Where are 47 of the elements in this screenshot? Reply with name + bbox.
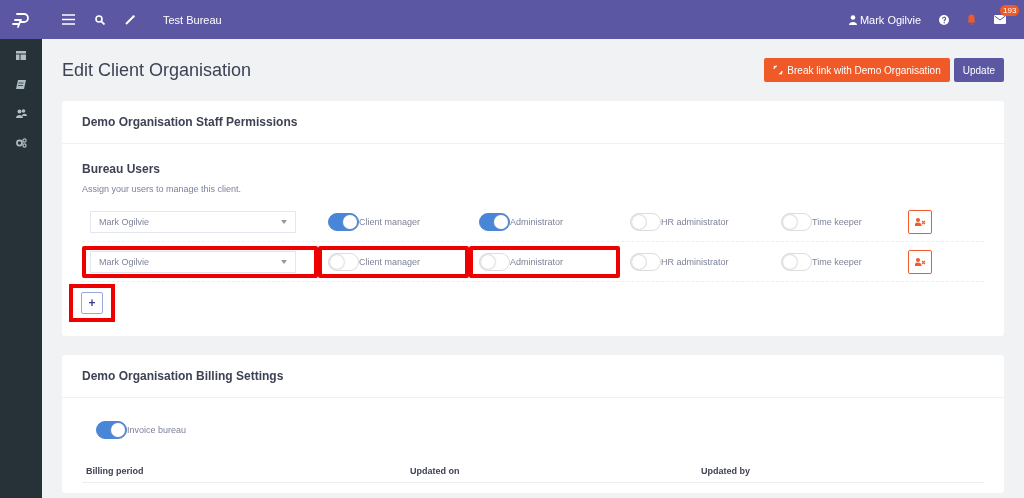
update-button[interactable]: Update	[953, 58, 1004, 82]
user-select[interactable]: Mark Ogilvie	[90, 250, 296, 273]
toggle-switch[interactable]	[479, 212, 510, 231]
toggle-label: Administrator	[510, 216, 563, 227]
section-title: Bureau Users	[82, 162, 162, 176]
organisation-name: Test Bureau	[163, 13, 222, 26]
settings-icon[interactable]	[15, 138, 27, 148]
search-icon[interactable]	[95, 14, 105, 25]
toggle-label: Client manager	[359, 216, 421, 227]
column-header: Updated on	[410, 466, 461, 476]
users-icon[interactable]	[15, 109, 27, 118]
mail-icon[interactable]	[994, 15, 1006, 24]
user-icon	[848, 14, 857, 25]
remove-user-button[interactable]	[908, 249, 932, 274]
unlink-icon	[773, 65, 784, 75]
toggle-label: Time keeper	[812, 216, 862, 227]
toggle-label: Administrator	[510, 256, 563, 267]
caret-icon	[281, 219, 287, 224]
remove-user-button[interactable]	[908, 209, 932, 234]
toggle-switch[interactable]	[328, 212, 359, 231]
user-select[interactable]: Mark Ogilvie	[90, 210, 296, 233]
column-header: Billing period	[86, 466, 145, 476]
column-header: Updated by	[701, 466, 751, 476]
toggle-label: Client manager	[359, 256, 421, 267]
remove-user-icon	[914, 257, 926, 266]
toggle-switch[interactable]	[96, 421, 127, 439]
toggle-label: HR administrator	[661, 256, 729, 267]
add-user-button[interactable]: +	[81, 292, 103, 314]
menu-icon[interactable]	[62, 14, 75, 25]
logo-icon[interactable]	[11, 10, 31, 29]
wand-icon[interactable]	[125, 14, 135, 25]
card-title: Demo Organisation Billing Settings	[82, 369, 284, 383]
section-hint: Assign your users to manage this client.	[82, 184, 243, 194]
help-icon[interactable]	[939, 14, 949, 25]
book-icon[interactable]	[16, 80, 26, 89]
notification-badge: 193	[1000, 5, 1020, 16]
card-title: Demo Organisation Staff Permissions	[82, 115, 298, 129]
toggle-label: Invoice bureau	[127, 425, 187, 435]
page-title: Edit Client Organisation	[62, 59, 252, 81]
caret-icon	[281, 259, 287, 264]
toggle-label: Time keeper	[812, 256, 862, 267]
dashboard-icon[interactable]	[16, 51, 26, 60]
break-link-button[interactable]: Break link with Demo Organisation	[764, 58, 950, 82]
bell-icon[interactable]	[967, 14, 976, 25]
remove-user-icon	[914, 217, 926, 226]
toggle-label: HR administrator	[661, 216, 729, 227]
user-link[interactable]: Mark Ogilvie	[848, 13, 921, 26]
